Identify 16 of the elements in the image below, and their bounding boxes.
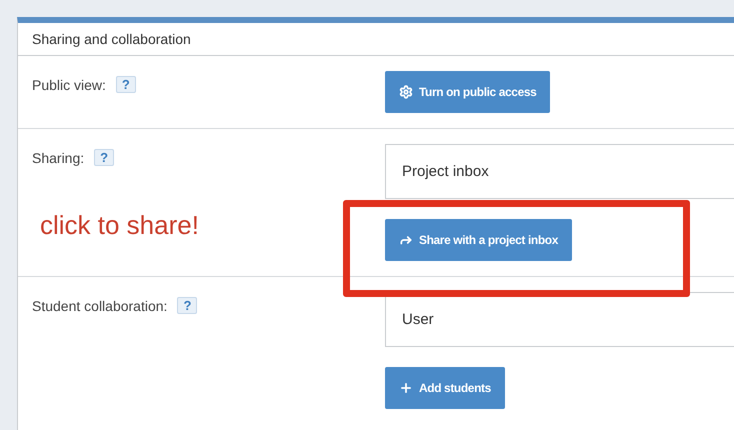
plus-icon xyxy=(399,381,413,395)
settings-icon xyxy=(399,85,413,99)
input-field[interactable]: User xyxy=(385,292,734,347)
help-icon[interactable]: ? xyxy=(94,149,114,166)
help-icon[interactable]: ? xyxy=(177,297,198,314)
panel-title: Sharing and collaboration xyxy=(18,23,734,56)
field-label: Public view: xyxy=(32,76,106,92)
share-arrow-icon xyxy=(399,233,413,247)
action-button[interactable]: Add students xyxy=(385,367,505,409)
field-label: Student collaboration: xyxy=(32,298,168,314)
action-button[interactable]: Share with a project inbox xyxy=(385,219,572,261)
field-label: Sharing: xyxy=(32,150,84,166)
annotation-text: click to share! xyxy=(39,210,200,241)
action-button[interactable]: Turn on public access xyxy=(385,71,550,113)
help-icon[interactable]: ? xyxy=(116,76,136,93)
input-field[interactable]: Project inbox xyxy=(385,144,734,199)
